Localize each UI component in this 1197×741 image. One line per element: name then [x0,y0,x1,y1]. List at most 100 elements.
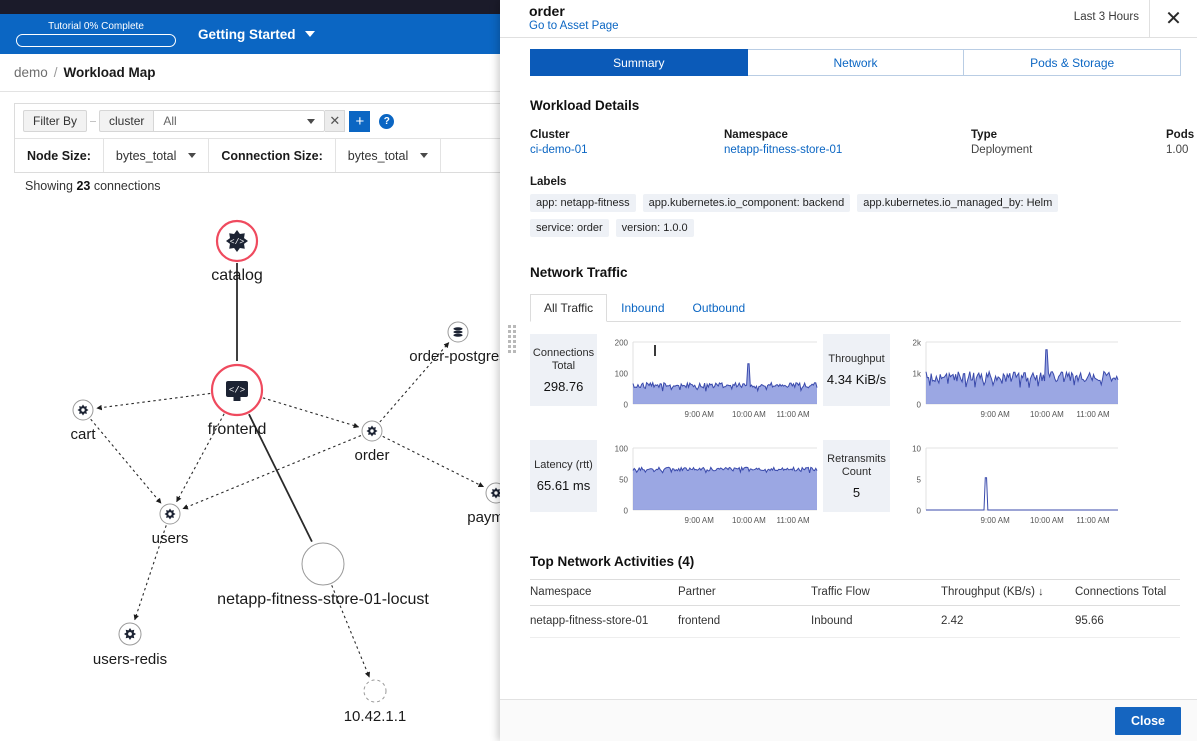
kpi-connections-total: Connections Total 298.76 [530,334,597,406]
tutorial-progress-track [16,34,176,47]
svg-text:200: 200 [615,339,629,348]
svg-text:9:00 AM: 9:00 AM [685,410,715,419]
cell-throughput: 2.42 [941,605,1075,638]
detail-value[interactable]: netapp-fitness-store-01 [724,144,971,156]
detail-value[interactable]: ci-demo-01 [530,144,724,156]
kpi-name: Retransmits Count [827,452,886,478]
graph-node-order[interactable] [361,420,383,442]
label-chip: app: netapp-fitness [530,194,636,212]
arrow-down-icon: ↓ [1038,586,1044,598]
panel-footer: Close [500,699,1197,741]
panel-header: order Go to Asset Page Last 3 Hours ✕ [500,0,1197,38]
chart-connections-total[interactable]: 0 100 200 9:00 AM 10:00 AM 11:00 AM [603,334,823,426]
subtab-all-traffic[interactable]: All Traffic [530,294,608,322]
node-size-select[interactable]: bytes_total [104,139,210,172]
detail-field-type: Type Deployment [971,129,1166,156]
time-range-label[interactable]: Last 3 Hours [1074,11,1139,23]
filter-connector [90,120,97,122]
showing-prefix: Showing [25,179,73,193]
detail-value: Deployment [971,144,1033,156]
svg-text:11:00 AM: 11:00 AM [776,516,810,525]
tab-summary[interactable]: Summary [530,49,748,76]
top-network-activities-table: Namespace Partner Traffic Flow Throughpu… [530,579,1180,638]
svg-text:9:00 AM: 9:00 AM [685,516,715,525]
svg-text:2k: 2k [913,339,922,348]
metrics-area: Connections Total 298.76 0 100 200 9:00 AM 1… [530,334,1181,532]
graph-node-label-catalog: catalog [211,267,263,284]
clear-filter-button[interactable]: ✕ [325,110,346,132]
graph-node-order-postgres[interactable] [447,321,469,343]
subtab-inbound[interactable]: Inbound [607,294,678,322]
table-row[interactable]: netapp-fitness-store-01 frontend Inbound… [530,605,1180,638]
graph-node-netapp-fitness-store-01-locust[interactable] [301,542,345,586]
chevron-down-icon [307,118,316,124]
column-header-connections-total[interactable]: Connections Total [1075,579,1180,606]
graph-node-label-users: users [151,530,189,547]
text-cursor [654,345,656,356]
filter-key[interactable]: cluster [99,110,154,132]
graph-node-frontend[interactable]: </> [210,363,264,417]
chart-throughput[interactable]: 0 1k 2k 9:00 AM 10:00 AM 11:00 AM [896,334,1124,426]
svg-text:10:00 AM: 10:00 AM [1030,516,1064,525]
subtab-outbound[interactable]: Outbound [679,294,760,322]
svg-text:10:00 AM: 10:00 AM [1030,410,1064,419]
chart-retransmits-count[interactable]: 0 5 10 9:00 AM 10:00 AM 11:00 AM [896,440,1124,532]
graph-node-10.42.1.1[interactable] [363,679,387,703]
svg-text:1k: 1k [913,370,922,379]
close-button[interactable]: Close [1114,706,1181,735]
column-header-traffic-flow[interactable]: Traffic Flow [811,579,941,606]
graph-node-label-cart: cart [70,426,96,443]
svg-text:11:00 AM: 11:00 AM [776,410,810,419]
chart-latency-rtt[interactable]: 0 50 100 9:00 AM 10:00 AM 11:00 AM [603,440,823,532]
graph-node-users[interactable] [159,503,181,525]
graph-node-label-frontend: frontend [207,421,267,438]
metric-row: Latency (rtt) 65.61 ms 0 50 100 9:00 AM 10:0… [530,440,1181,532]
table-header-row: Namespace Partner Traffic Flow Throughpu… [530,579,1180,606]
kpi-value: 4.34 KiB/s [826,372,887,387]
detail-label: Cluster [530,129,570,141]
tab-pods-storage[interactable]: Pods & Storage [964,49,1182,76]
kpi-value: 5 [852,484,861,500]
sparkline-retransmits-count: 0 5 10 9:00 AM 10:00 AM 11:00 AM [912,445,1118,525]
filter-value-select[interactable]: All [153,110,326,132]
graph-node-catalog[interactable]: </> [215,219,259,263]
getting-started-menu[interactable]: Getting Started [198,27,315,42]
detail-label: Namespace [724,129,788,141]
column-header-namespace[interactable]: Namespace [530,579,678,606]
breadcrumb-root[interactable]: demo [14,65,48,80]
svg-text:0: 0 [917,401,922,410]
labels-heading: Labels [530,176,567,188]
cell-connections-total: 95.66 [1075,605,1180,638]
svg-text:0: 0 [624,401,629,410]
add-filter-button[interactable]: + [349,110,371,132]
connection-size-select[interactable]: bytes_total [336,139,442,172]
detail-field-cluster: Cluster ci-demo-01 [530,129,724,156]
graph-edges [90,263,484,678]
question-icon[interactable]: ? [379,113,395,129]
svg-text:11:00 AM: 11:00 AM [1076,516,1110,525]
panel-tabs: Summary Network Pods & Storage [500,38,1197,76]
go-to-asset-page-link[interactable]: Go to Asset Page [529,19,619,34]
tutorial-label: Tutorial 0% Complete [48,21,144,32]
workload-details-title: Workload Details [530,98,640,113]
tab-network[interactable]: Network [747,49,965,76]
graph-edge [382,435,484,488]
node-size-label: Node Size: [15,139,104,172]
svg-text:0: 0 [624,507,629,516]
label-chip: app.kubernetes.io_managed_by: Helm [857,194,1059,212]
kpi-latency-rtt: Latency (rtt) 65.61 ms [530,440,597,512]
column-header-throughput[interactable]: Throughput (KB/s) ↓ [941,579,1075,606]
graph-node-cart[interactable] [72,399,94,421]
graph-node-label-netapp-fitness-store-01-locust: netapp-fitness-store-01-locust [217,591,429,608]
graph-node-users-redis[interactable] [118,622,142,646]
graph-edge [90,418,162,504]
column-header-partner[interactable]: Partner [678,579,811,606]
svg-text:10: 10 [912,445,921,454]
close-icon[interactable]: ✕ [1149,0,1197,37]
detail-label: Pods [1166,129,1195,141]
svg-text:0: 0 [917,507,922,516]
svg-text:10:00 AM: 10:00 AM [732,410,766,419]
cell-traffic-flow: Inbound [811,605,941,638]
svg-text:50: 50 [619,476,628,485]
panel-title: order [529,3,565,19]
